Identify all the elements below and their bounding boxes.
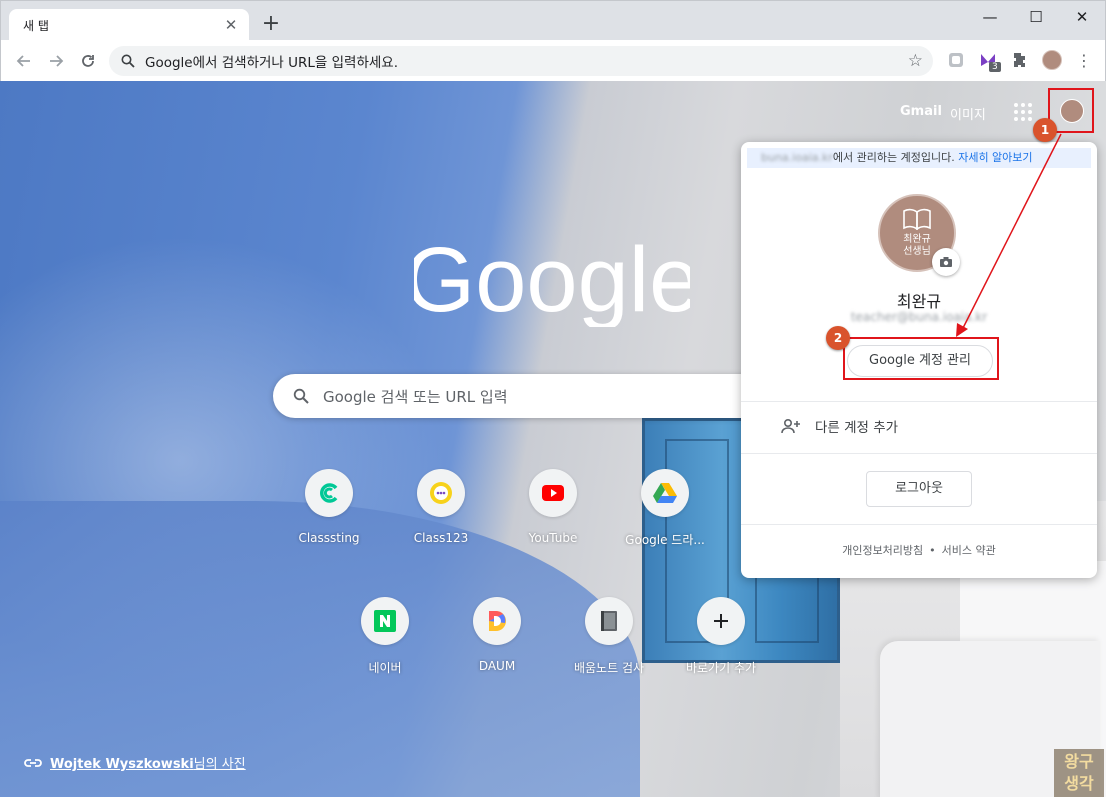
shortcut-label: YouTube <box>528 531 578 545</box>
back-arrow-icon <box>16 55 30 67</box>
shortcut-label: Class123 <box>413 531 469 545</box>
extension-2-icon[interactable]: 3 <box>977 49 1001 72</box>
change-photo-camera-icon[interactable] <box>932 248 960 276</box>
naver-icon <box>361 597 409 645</box>
back-button[interactable] <box>11 48 37 74</box>
class123-icon <box>417 469 465 517</box>
tab-title: 새 탭 <box>23 18 49 33</box>
shortcut-google-drive[interactable]: Google 드라... <box>609 469 721 581</box>
tab-new-tab[interactable]: 새 탭 ✕ <box>9 9 249 41</box>
search-icon <box>121 54 135 68</box>
shortcut-label: Google 드라... <box>625 533 705 547</box>
notebook-icon <box>585 597 633 645</box>
profile-avatar-button[interactable] <box>1041 49 1063 71</box>
account-email: teacher@buna.ioaia.kr <box>850 310 988 324</box>
gmail-link[interactable]: Gmail <box>900 104 942 119</box>
photo-credit-suffix: 님의 사진 <box>193 757 246 772</box>
address-bar[interactable]: Google에서 검색하거나 URL을 입력하세요. ☆ <box>109 46 933 76</box>
google-drive-icon <box>641 469 689 517</box>
tab-strip: 새 탭 ✕ + — ☐ ✕ <box>0 0 1106 41</box>
watermark-logo: 왕구 생각 <box>1054 749 1104 797</box>
extension-badge: 3 <box>989 62 1001 72</box>
classting-icon <box>305 469 353 517</box>
google-logo: Google <box>414 231 690 327</box>
add-person-icon <box>781 418 800 434</box>
profile-avatar <box>1042 50 1062 70</box>
shortcut-label: DAUM <box>478 659 516 673</box>
shortcut-label: Classsting <box>298 531 360 545</box>
book-icon <box>903 208 931 230</box>
privacy-policy-link[interactable]: 개인정보처리방침 <box>842 544 923 557</box>
new-tab-button[interactable]: + <box>259 13 283 37</box>
add-shortcut-button[interactable]: 바로가기 추가 <box>665 597 777 709</box>
shortcut-class123[interactable]: Class123 <box>385 469 497 581</box>
shortcut-label: 바로가기 추가 <box>685 661 757 675</box>
managed-domain: buna.ioaia.kr <box>761 151 833 164</box>
annotation-step-2-badge: 2 <box>826 326 850 350</box>
annotation-step-1-badge: 1 <box>1033 118 1057 142</box>
annotation-highlight-manage-button <box>843 337 999 380</box>
shortcut-daum[interactable]: DAUM <box>441 597 553 709</box>
shortcut-label: 네이버 <box>368 661 402 675</box>
window-close-button[interactable]: ✕ <box>1059 5 1105 29</box>
svg-text:Google: Google <box>414 231 690 327</box>
managed-account-notice: buna.ioaia.kr에서 관리하는 계정입니다. 자세히 알아보기 <box>747 148 1091 168</box>
photo-credit-author: Wojtek Wyszkowski <box>50 757 194 772</box>
images-link[interactable]: 이미지 <box>950 104 986 123</box>
popup-footer: 개인정보처리방침 • 서비스 약관 <box>741 542 1097 558</box>
ntp-search-placeholder: Google 검색 또는 URL 입력 <box>323 387 508 406</box>
shortcut-label: 배움노트 검사 <box>573 661 645 675</box>
shortcut-youtube[interactable]: YouTube <box>497 469 609 581</box>
forward-button[interactable] <box>43 48 69 74</box>
terms-of-service-link[interactable]: 서비스 약관 <box>942 544 996 557</box>
shortcut-notebook[interactable]: 배움노트 검사 <box>553 597 665 709</box>
add-account-button[interactable]: 다른 계정 추가 <box>781 416 898 436</box>
search-icon <box>293 388 309 404</box>
divider <box>741 453 1097 454</box>
forward-arrow-icon <box>50 55 64 67</box>
shortcut-naver[interactable]: 네이버 <box>329 597 441 709</box>
shortcut-classting[interactable]: Classsting <box>273 469 385 581</box>
photo-credit[interactable]: Wojtek Wyszkowski님의 사진 <box>24 753 246 772</box>
youtube-icon <box>529 469 577 517</box>
logout-button[interactable]: 로그아웃 <box>866 471 972 507</box>
browser-toolbar: Google에서 검색하거나 URL을 입력하세요. ☆ 3 ⋮ <box>0 40 1106 81</box>
menu-kebab-icon[interactable]: ⋮ <box>1073 49 1095 71</box>
reload-button[interactable] <box>75 48 101 74</box>
account-name: 최완규 <box>896 292 942 311</box>
footer-separator: • <box>929 544 936 557</box>
divider <box>741 401 1097 402</box>
managed-text: 에서 관리하는 계정입니다. <box>832 151 955 164</box>
daum-icon <box>473 597 521 645</box>
bookmark-star-icon[interactable]: ☆ <box>908 51 923 71</box>
minimize-button[interactable]: — <box>967 5 1013 29</box>
extension-1-icon[interactable] <box>945 49 967 71</box>
address-bar-placeholder: Google에서 검색하거나 URL을 입력하세요. <box>145 55 399 71</box>
link-icon <box>24 758 42 767</box>
add-account-label: 다른 계정 추가 <box>815 420 899 436</box>
add-shortcut-icon <box>697 597 745 645</box>
maximize-button[interactable]: ☐ <box>1013 5 1059 29</box>
learn-more-link[interactable]: 자세히 알아보기 <box>958 151 1032 164</box>
extensions-puzzle-icon[interactable] <box>1009 49 1031 71</box>
divider <box>741 524 1097 525</box>
google-apps-icon[interactable] <box>1014 103 1032 121</box>
tab-close-icon[interactable]: ✕ <box>223 17 239 33</box>
reload-icon <box>82 55 94 67</box>
